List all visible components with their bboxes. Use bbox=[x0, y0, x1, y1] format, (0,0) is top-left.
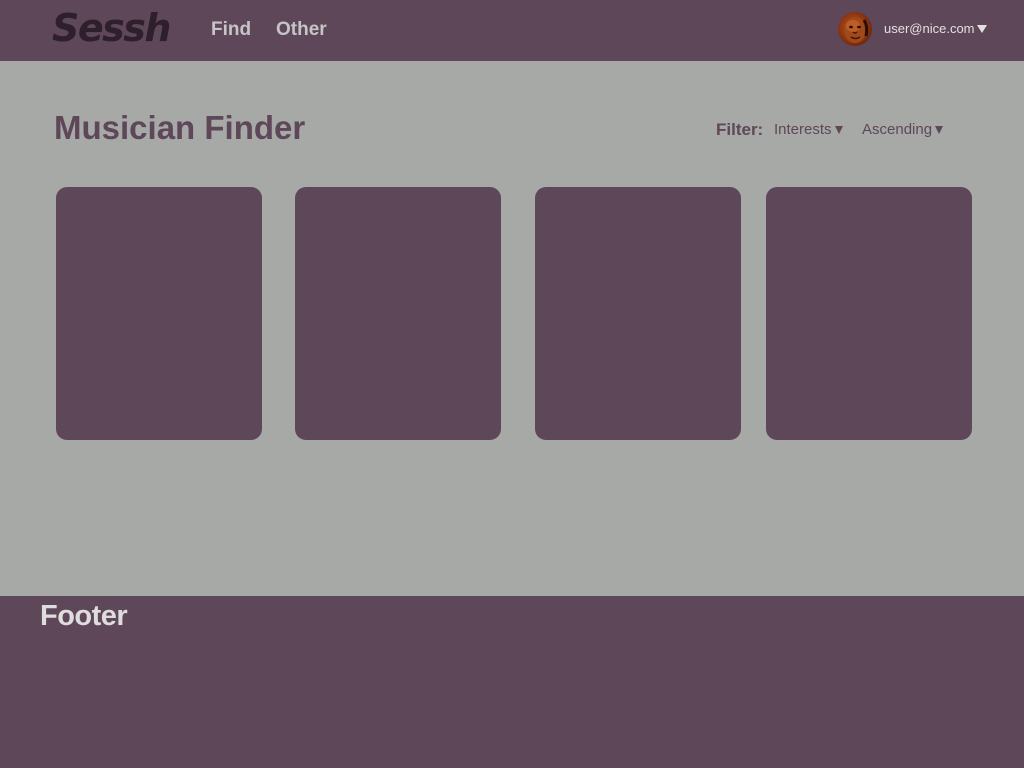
sort-order-dropdown[interactable]: Ascending bbox=[862, 121, 944, 139]
chevron-down-icon bbox=[976, 25, 987, 33]
page-title: Musician Finder bbox=[54, 109, 306, 146]
sort-order-dropdown-label: Ascending bbox=[862, 121, 933, 138]
user-account-dropdown[interactable]: user@nice.com bbox=[884, 21, 987, 37]
user-avatar[interactable] bbox=[838, 12, 872, 46]
nav-link-find[interactable]: Find bbox=[211, 19, 251, 41]
musician-card[interactable] bbox=[535, 187, 741, 440]
chevron-down-icon bbox=[834, 126, 843, 134]
interests-dropdown-label: Interests bbox=[774, 121, 832, 138]
sessh-logo[interactable]: Sessh bbox=[52, 5, 171, 51]
filter-label: Filter: bbox=[716, 120, 764, 139]
musician-card[interactable] bbox=[56, 187, 262, 440]
avatar-face-icon bbox=[844, 17, 869, 43]
nav-link-other[interactable]: Other bbox=[276, 19, 327, 41]
user-email: user@nice.com bbox=[884, 21, 975, 36]
musician-card[interactable] bbox=[295, 187, 501, 440]
footer-title: Footer bbox=[40, 600, 128, 632]
interests-dropdown[interactable]: Interests bbox=[774, 121, 843, 139]
musician-card[interactable] bbox=[766, 187, 972, 440]
top-navbar: Sessh Find Other user@nice.com bbox=[0, 0, 1024, 61]
page-footer: Footer bbox=[0, 596, 1024, 768]
chevron-down-icon bbox=[935, 126, 944, 134]
